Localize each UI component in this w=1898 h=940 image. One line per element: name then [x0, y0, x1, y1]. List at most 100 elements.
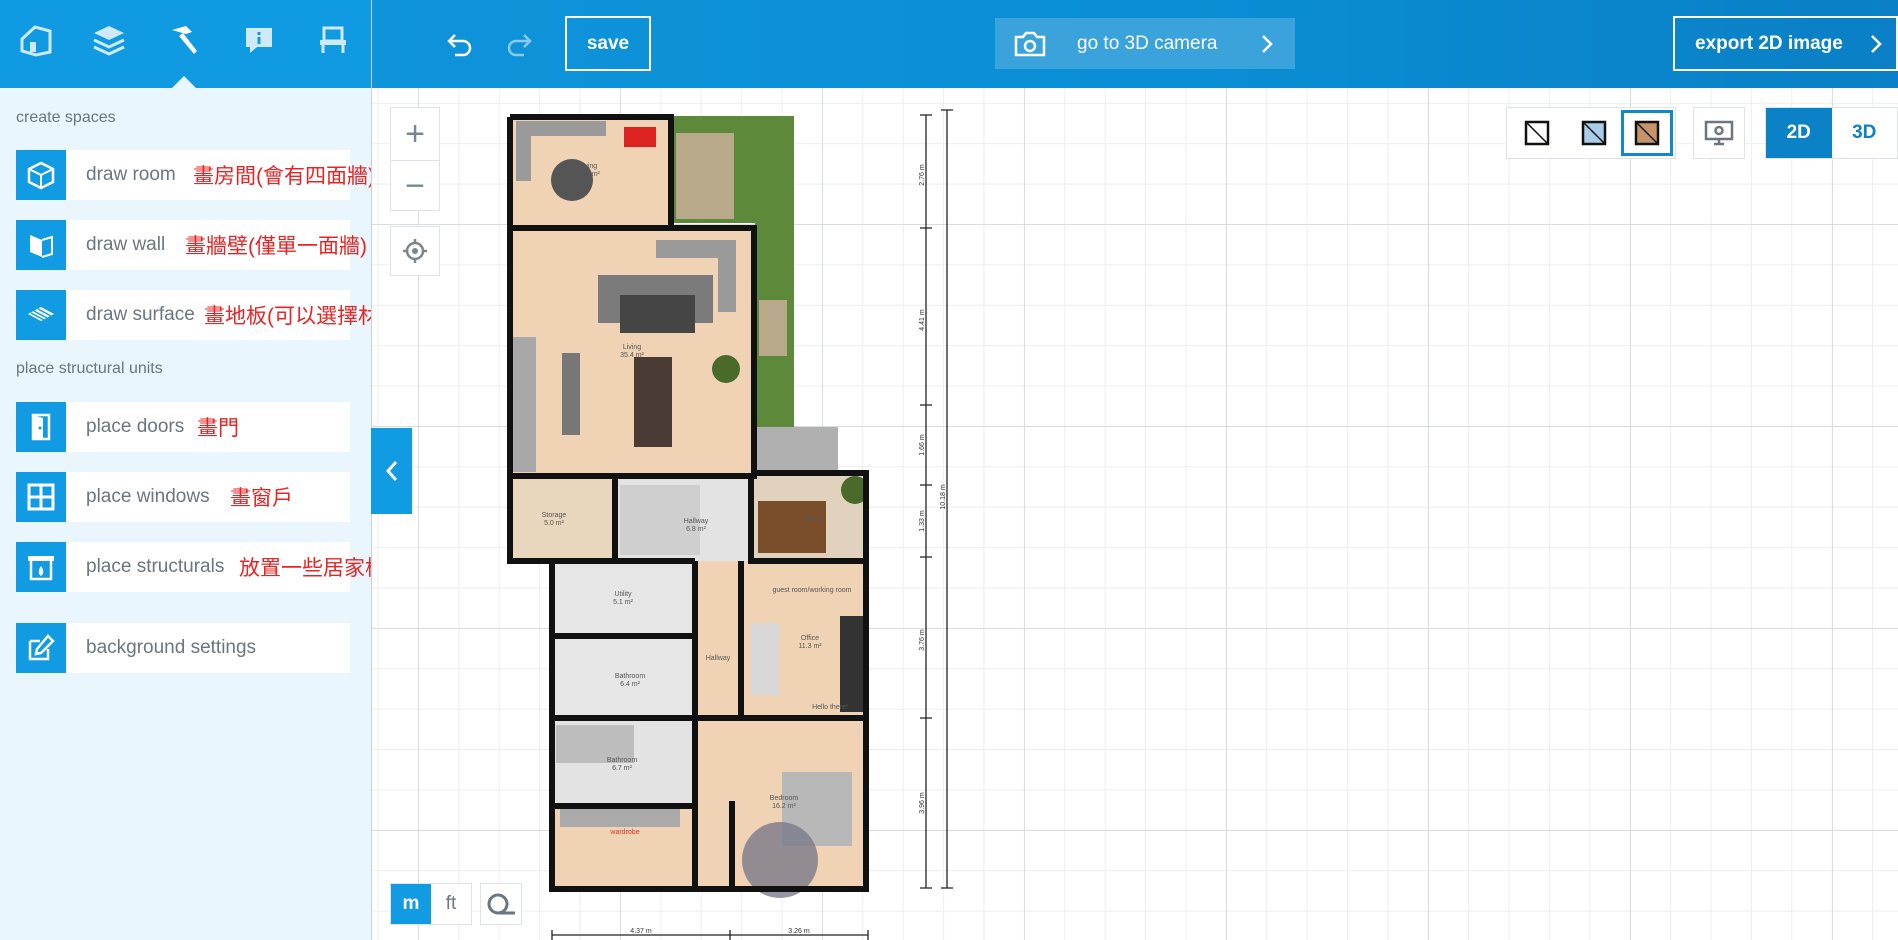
unit-meters-button[interactable]: m: [391, 884, 431, 924]
center-view-button[interactable]: [390, 226, 440, 276]
dimension-tick: [920, 109, 953, 889]
section-title-create-spaces: create spaces: [16, 109, 116, 126]
info-icon: [246, 28, 272, 53]
draw-wall-button[interactable]: draw wall 畫牆壁(僅單一面牆): [16, 220, 367, 270]
section-title-structural-units: place structural units: [16, 360, 163, 377]
surface-icon: [28, 307, 54, 321]
unit-feet-button[interactable]: ft: [431, 884, 471, 924]
export-button-label: export 2D image: [1695, 32, 1843, 54]
edit-background-icon: [28, 634, 55, 661]
tab-project[interactable]: [14, 18, 58, 62]
room-label: Hallway: [684, 518, 709, 525]
room-label: Living: [623, 344, 641, 351]
room-area: 6.7 m²: [612, 765, 633, 772]
display-settings-button[interactable]: [1693, 107, 1745, 159]
room-label: Bathroom: [615, 673, 646, 680]
place-structurals-button[interactable]: place structurals 放置一些居家構造: [16, 542, 407, 592]
view-mode-lines-button[interactable]: [1511, 110, 1563, 156]
room-area: 35.4 m²: [620, 352, 644, 359]
tab-floors[interactable]: [87, 18, 131, 62]
top-toolbar: save go to 3D camera export 2D image: [0, 0, 1898, 88]
draw-room-note: 畫房間(會有四面牆): [193, 165, 375, 188]
sofa: [718, 240, 736, 312]
dimension-label: 4.41 m: [919, 309, 926, 331]
chevron-right-icon: [1262, 34, 1273, 53]
mode-tabs: [0, 0, 371, 88]
wooden-deck: [759, 300, 787, 356]
place-windows-button[interactable]: place windows 畫窗戶: [16, 472, 350, 522]
plant: [712, 355, 740, 383]
wall-icon: [30, 235, 53, 258]
tab-construct[interactable]: [162, 18, 206, 62]
room-label: Bathroom: [607, 757, 638, 764]
rug: [758, 501, 826, 553]
room-label: Porch: [804, 516, 822, 523]
room-area: 10.3 m²: [576, 171, 600, 178]
measure-tape-button[interactable]: [480, 883, 522, 925]
draw-surface-button[interactable]: draw surface 畫地板(可以選擇材質): [16, 290, 407, 340]
view-mode-selector: [1506, 107, 1676, 159]
background-settings-button[interactable]: background settings: [16, 623, 350, 673]
window-icon: [27, 483, 55, 511]
chevron-left-icon: [385, 461, 397, 481]
draw-room-label: draw room: [86, 164, 176, 185]
kitchen-counter: [512, 337, 536, 472]
floorplan-drawing[interactable]: Living 10.3 m² Living 35.4 m² Storage 5.…: [500, 105, 950, 940]
view-mode-blueprint-button[interactable]: [1568, 110, 1620, 156]
hammer-icon: [172, 26, 197, 54]
room-label: Utility: [614, 591, 632, 598]
zoom-out-button[interactable]: −: [391, 160, 439, 212]
draw-room-button[interactable]: draw room 畫房間(會有四面牆): [16, 150, 375, 200]
export-2d-image-button[interactable]: export 2D image: [1673, 16, 1898, 71]
room-area: 11.3 m²: [798, 643, 822, 650]
room-label: Hallway: [706, 655, 731, 662]
place-windows-label: place windows: [86, 486, 210, 507]
room-label: Living: [579, 163, 597, 170]
horizontal-dimensions: 4.37 m 3.26 m: [551, 928, 869, 940]
room-area: 5.0 m²: [544, 520, 565, 527]
view-mode-textured-button[interactable]: [1621, 110, 1673, 156]
redo-button[interactable]: [499, 24, 539, 64]
dimension-toggle: 2D 3D: [1765, 107, 1898, 159]
undo-icon: [447, 34, 472, 57]
tab-info[interactable]: [237, 18, 281, 62]
camera-button-label: go to 3D camera: [1077, 32, 1218, 54]
fireplace-icon: [28, 556, 54, 581]
tab-furnish[interactable]: [311, 18, 355, 62]
view-2d-button[interactable]: 2D: [1766, 108, 1832, 158]
sofa: [516, 121, 531, 181]
zoom-in-button[interactable]: +: [391, 108, 439, 160]
dimension-label: 1.66 m: [919, 434, 926, 456]
dimension-label: 10.18 m: [940, 484, 947, 509]
redo-icon: [507, 34, 532, 57]
dimension-lines: 2.76 m 4.41 m 1.66 m 1.33 m 3.76 m 3.96 …: [919, 109, 953, 889]
place-structurals-label: place structurals: [86, 556, 225, 577]
kitchen-island: [562, 353, 580, 435]
draw-wall-label: draw wall: [86, 234, 166, 255]
room-floor: [695, 561, 741, 718]
coffee-table: [620, 295, 695, 333]
undo-button[interactable]: [440, 24, 480, 64]
construct-panel: create spaces draw room 畫房間(會有四面牆) draw …: [0, 88, 407, 940]
view-3d-button[interactable]: 3D: [1832, 108, 1898, 158]
room-area: 6.4 m²: [620, 681, 641, 688]
wardrobe-label: wardrobe: [609, 829, 639, 836]
place-doors-button[interactable]: place doors 畫門: [16, 402, 350, 452]
collapse-panel-button[interactable]: [371, 428, 412, 514]
place-doors-label: place doors: [86, 416, 185, 437]
tape-measure-icon: [487, 893, 515, 915]
save-button[interactable]: save: [565, 16, 651, 71]
place-doors-note: 畫門: [197, 417, 239, 440]
house-icon: [20, 25, 52, 57]
camera-icon: [1014, 31, 1046, 56]
dining-table: [634, 357, 672, 447]
armchair: [624, 127, 656, 147]
sofa: [751, 623, 779, 695]
room-area: 16.2 m²: [772, 803, 796, 810]
active-tab-pointer: [172, 76, 196, 88]
porch-steps: [756, 427, 838, 473]
draw-surface-label: draw surface: [86, 304, 195, 325]
dimension-label: 3.96 m: [919, 792, 926, 814]
room-note: guest room/working room: [773, 587, 852, 594]
go-to-3d-camera-button[interactable]: go to 3D camera: [995, 18, 1295, 69]
